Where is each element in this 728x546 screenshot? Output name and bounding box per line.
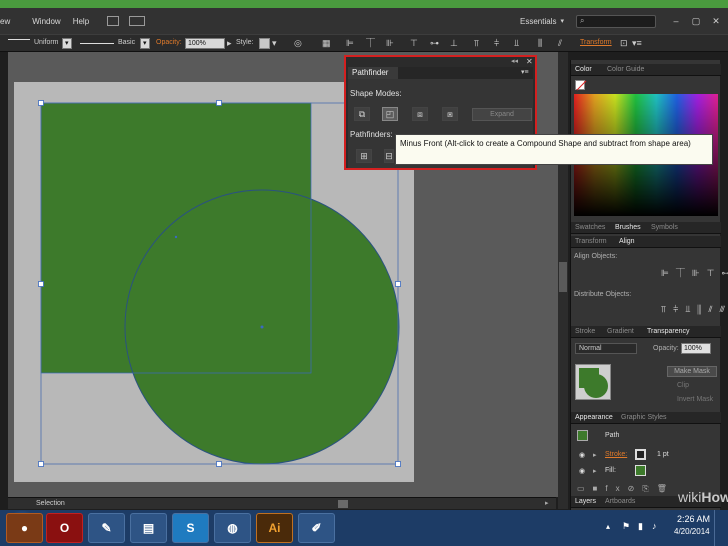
wikihow-watermark: wikiHow xyxy=(678,489,728,505)
scroll-thumb[interactable] xyxy=(559,262,567,292)
shape-modes-label: Shape Modes: xyxy=(350,89,402,98)
unite-icon[interactable]: ⧉ xyxy=(354,107,370,121)
tab-graphic-styles[interactable]: Graphic Styles xyxy=(621,414,667,421)
trim-icon[interactable]: ⊟ xyxy=(384,149,394,163)
visibility-eye-icon[interactable]: ◉ xyxy=(579,451,585,459)
watermark-wiki: wiki xyxy=(678,489,702,505)
right-panel-dock: Color Color Guide Swatches Brushes Symbo… xyxy=(570,60,728,510)
collapse-panel-icon[interactable]: ◂◂ xyxy=(511,57,518,65)
clip-checkbox-label[interactable]: Clip xyxy=(677,382,689,389)
tab-align[interactable]: Align xyxy=(619,238,635,245)
distribute-objects-label: Distribute Objects: xyxy=(574,291,632,298)
current-tool-status[interactable]: Selection xyxy=(36,500,65,507)
tab-transparency[interactable]: Transparency xyxy=(647,328,690,335)
tab-gradient[interactable]: Gradient xyxy=(607,328,634,335)
tab-pathfinder[interactable]: Pathfinder xyxy=(348,67,398,79)
vertical-scrollbar[interactable] xyxy=(558,52,568,509)
firefox-icon[interactable]: ● xyxy=(6,513,43,543)
disclosure-triangle-icon[interactable]: ▸ xyxy=(593,467,597,475)
appearance-stroke-label[interactable]: Stroke: xyxy=(605,451,627,458)
flag-icon[interactable]: ⚑ xyxy=(622,521,630,532)
media-player-icon[interactable]: ◍ xyxy=(214,513,251,543)
blend-mode-value: Normal xyxy=(579,345,602,352)
divide-icon[interactable]: ⊞ xyxy=(356,149,372,163)
tab-symbols[interactable]: Symbols xyxy=(651,224,678,231)
path-swatch[interactable] xyxy=(577,430,588,441)
object-thumbnail[interactable] xyxy=(575,364,611,400)
tab-artboards[interactable]: Artboards xyxy=(605,498,635,505)
invert-mask-label[interactable]: Invert Mask xyxy=(677,396,713,403)
align-objects-buttons[interactable]: ⊫⏉⊪⊤⊶⊥ xyxy=(661,266,728,279)
tab-stroke[interactable]: Stroke xyxy=(575,328,595,335)
blend-mode-select[interactable]: Normal xyxy=(575,343,637,354)
visibility-eye-icon[interactable]: ◉ xyxy=(579,467,585,475)
minus-front-tooltip: Minus Front (Alt-click to create a Compo… xyxy=(395,134,713,165)
circle-center-point xyxy=(260,325,264,329)
watermark-how: How xyxy=(701,489,728,505)
stroke-swatch[interactable] xyxy=(635,449,646,460)
tab-brushes[interactable]: Brushes xyxy=(615,224,641,231)
skype-icon[interactable]: S xyxy=(172,513,209,543)
disclosure-triangle-icon[interactable]: ▸ xyxy=(593,451,597,459)
pathfinders-label: Pathfinders: xyxy=(350,130,393,139)
tab-swatches[interactable]: Swatches xyxy=(575,224,605,231)
appearance-footer-icons[interactable]: ▭■fx⊘⎘🗑 xyxy=(577,484,675,494)
tab-layers[interactable]: Layers xyxy=(575,498,596,505)
intersect-icon[interactable]: ⧈ xyxy=(412,107,428,121)
pathfinder-tab-row: Pathfinder ▾≡ xyxy=(348,67,533,79)
close-panel-icon[interactable]: ✕ xyxy=(526,57,533,66)
exclude-icon[interactable]: ⧆ xyxy=(442,107,458,121)
minus-front-icon[interactable]: ◰ xyxy=(382,107,398,121)
align-panel-tabs: Transform Align xyxy=(571,236,721,248)
clock-time[interactable]: 2:26 AM xyxy=(677,514,710,524)
show-hidden-icons-icon[interactable]: ▴ xyxy=(606,522,610,531)
transparency-panel-tabs: Stroke Gradient Transparency xyxy=(571,326,721,338)
paint-icon[interactable]: ✐ xyxy=(298,513,335,543)
stroke-weight-value: 1 pt xyxy=(657,451,669,458)
transparency-opacity-field[interactable]: 100% xyxy=(681,343,711,354)
expand-button[interactable]: Expand xyxy=(472,108,532,121)
illustrator-taskbar-button[interactable]: Ai xyxy=(256,513,293,543)
scroll-right-icon[interactable]: ▸ xyxy=(545,499,549,507)
opacity-label: Opacity: xyxy=(653,345,679,352)
notepad-icon[interactable]: ✎ xyxy=(88,513,125,543)
volume-icon[interactable]: ♪ xyxy=(652,521,657,531)
fill-swatch[interactable] xyxy=(635,465,646,476)
status-bar: Selection ▸ xyxy=(8,497,556,509)
color-panel-tabs: Color Color Guide xyxy=(571,64,721,76)
panel-menu-icon[interactable]: ▾≡ xyxy=(521,68,529,76)
horizontal-scroll-thumb[interactable] xyxy=(338,500,348,508)
windows-taskbar: ● O ✎ ▤ S ◍ Ai ✐ ▴ ⚑ ▮ ♪ 2:26 AM 4/20/20… xyxy=(0,510,728,546)
make-mask-button[interactable]: Make Mask xyxy=(667,366,717,377)
appearance-path-label: Path xyxy=(605,432,620,439)
show-desktop-button[interactable] xyxy=(714,510,728,546)
tab-appearance[interactable]: Appearance xyxy=(575,414,613,421)
distribute-objects-buttons[interactable]: ⫪⫩⫫⫼⫽⫻ xyxy=(661,304,728,315)
swatch-panel-tabs: Swatches Brushes Symbols xyxy=(571,222,721,234)
appearance-panel-tabs: Appearance Graphic Styles xyxy=(571,412,721,424)
tab-color-guide[interactable]: Color Guide xyxy=(607,66,644,73)
tab-color[interactable]: Color xyxy=(575,66,592,73)
none-color-swatch[interactable] xyxy=(575,80,587,91)
appearance-fill-label: Fill: xyxy=(605,467,616,474)
network-icon[interactable]: ▮ xyxy=(638,521,643,532)
opera-icon[interactable]: O xyxy=(46,513,83,543)
anchor-point xyxy=(174,235,178,239)
tab-transform[interactable]: Transform xyxy=(575,238,607,245)
folder-icon[interactable]: ▤ xyxy=(130,513,167,543)
clock-date[interactable]: 4/20/2014 xyxy=(674,527,710,536)
align-objects-label: Align Objects: xyxy=(574,253,618,260)
